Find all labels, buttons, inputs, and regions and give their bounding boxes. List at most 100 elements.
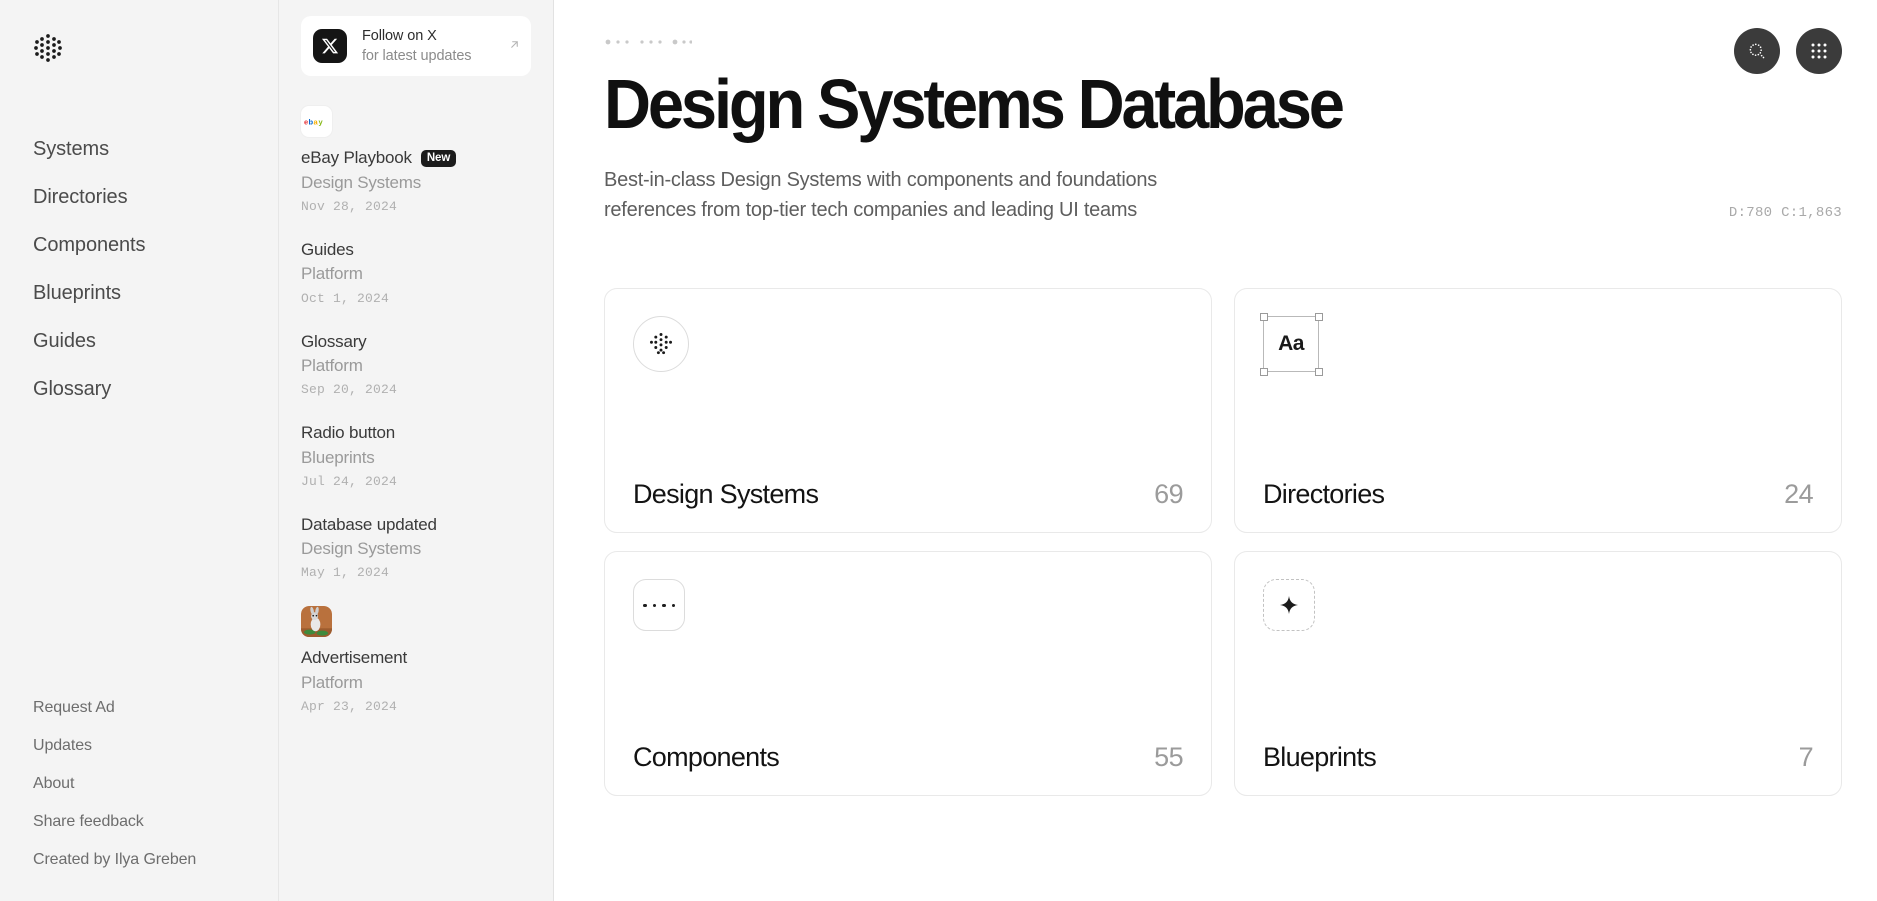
list-item-title: eBay Playbook bbox=[301, 148, 412, 168]
list-item[interactable]: e b a y eBay Playbook New Design Systems… bbox=[301, 106, 531, 214]
card-title: Directories bbox=[1263, 481, 1384, 508]
primary-navigation: Systems Directories Components Blueprint… bbox=[0, 125, 278, 413]
four-dots-glyph-icon bbox=[643, 604, 675, 608]
ebay-wordmark-icon: e b a y bbox=[304, 116, 330, 128]
text-selection-aa-icon: Aa bbox=[1263, 316, 1319, 372]
card-design-systems[interactable]: Design Systems 69 bbox=[604, 288, 1212, 533]
list-item-title: Database updated bbox=[301, 515, 437, 535]
page-title: Design Systems Database bbox=[604, 69, 1788, 140]
follow-on-x-card[interactable]: Follow on X for latest updates bbox=[301, 16, 531, 76]
apps-grid-button[interactable] bbox=[1796, 28, 1842, 74]
main-content: Design Systems Database Best-in-class De… bbox=[554, 0, 1877, 901]
list-item-category: Platform bbox=[301, 355, 531, 376]
list-item-title: Guides bbox=[301, 240, 354, 260]
top-action-buttons bbox=[1734, 28, 1842, 74]
app-logo[interactable] bbox=[0, 0, 278, 63]
footer-link-updates[interactable]: Updates bbox=[33, 727, 196, 765]
sidebar-item-glossary[interactable]: Glossary bbox=[33, 365, 278, 413]
card-count: 7 bbox=[1799, 744, 1813, 771]
card-count: 55 bbox=[1154, 744, 1183, 771]
list-item[interactable]: Radio button Blueprints Jul 24, 2024 bbox=[301, 423, 531, 489]
list-item-header: eBay Playbook New bbox=[301, 148, 531, 168]
card-blueprints[interactable]: Blueprints 7 bbox=[1234, 551, 1842, 796]
selection-handle-bottom-right bbox=[1315, 368, 1323, 376]
sparkle-dashed-square-icon bbox=[1263, 579, 1315, 631]
sidebar-item-components[interactable]: Components bbox=[33, 221, 278, 269]
list-item-header: Radio button bbox=[301, 423, 531, 443]
list-item-date: Apr 23, 2024 bbox=[301, 699, 531, 714]
rabbit-avatar-icon bbox=[301, 606, 332, 637]
arrow-up-right-glyph-icon bbox=[509, 39, 520, 50]
footer-link-about[interactable]: About bbox=[33, 765, 196, 803]
x-glyph-icon bbox=[321, 37, 339, 55]
list-item-date: Nov 28, 2024 bbox=[301, 199, 531, 214]
list-item[interactable]: Advertisement Platform Apr 23, 2024 bbox=[301, 606, 531, 714]
sidebar-item-directories[interactable]: Directories bbox=[33, 173, 278, 221]
footer-link-share-feedback[interactable]: Share feedback bbox=[33, 803, 196, 841]
list-item-category: Platform bbox=[301, 672, 531, 693]
status-badge: New bbox=[421, 150, 456, 167]
updates-list: e b a y eBay Playbook New Design Systems… bbox=[301, 106, 531, 740]
list-item-header: Database updated bbox=[301, 515, 531, 535]
card-title: Components bbox=[633, 744, 779, 771]
category-cards-grid: Design Systems 69 Aa Directories 24 bbox=[554, 288, 1877, 796]
sparkle-glyph-icon bbox=[1279, 595, 1299, 615]
card-footer: Blueprints 7 bbox=[1263, 744, 1813, 771]
dot-cluster-logo-icon bbox=[33, 33, 63, 63]
list-item-header: Advertisement bbox=[301, 648, 531, 668]
card-footer: Design Systems 69 bbox=[633, 481, 1183, 508]
card-count: 24 bbox=[1784, 481, 1813, 508]
selection-handle-top-right bbox=[1315, 313, 1323, 321]
follow-card-line2: for latest updates bbox=[362, 47, 471, 65]
sidebar-item-systems[interactable]: Systems bbox=[33, 125, 278, 173]
list-item-title: Glossary bbox=[301, 332, 366, 352]
footer-link-creator[interactable]: Created by Ilya Greben bbox=[33, 841, 196, 879]
card-footer: Directories 24 bbox=[1263, 481, 1813, 508]
svg-text:a: a bbox=[313, 117, 318, 126]
selection-handle-bottom-left bbox=[1260, 368, 1268, 376]
grid-dots-icon bbox=[1810, 42, 1828, 60]
list-item[interactable]: Guides Platform Oct 1, 2024 bbox=[301, 240, 531, 306]
follow-card-text: Follow on X for latest updates bbox=[362, 27, 471, 65]
sidebar-footer: Request Ad Updates About Share feedback … bbox=[0, 689, 196, 901]
svg-text:y: y bbox=[318, 117, 323, 126]
list-item-header: Glossary bbox=[301, 332, 531, 352]
page-header: Design Systems Database Best-in-class De… bbox=[554, 0, 1877, 225]
app-root: Systems Directories Components Blueprint… bbox=[0, 0, 1877, 901]
list-item-category: Blueprints bbox=[301, 447, 531, 468]
list-item-category: Design Systems bbox=[301, 172, 531, 193]
selection-handle-top-left bbox=[1260, 313, 1268, 321]
list-item[interactable]: Glossary Platform Sep 20, 2024 bbox=[301, 332, 531, 398]
ebay-logo-icon: e b a y bbox=[301, 106, 332, 137]
follow-card-line1: Follow on X bbox=[362, 27, 471, 45]
dotted-search-icon bbox=[1747, 41, 1767, 61]
card-directories[interactable]: Aa Directories 24 bbox=[1234, 288, 1842, 533]
dot-cluster-glyph-icon bbox=[648, 331, 674, 357]
external-link-icon bbox=[509, 37, 520, 55]
four-dots-square-icon bbox=[633, 579, 685, 631]
card-title: Blueprints bbox=[1263, 744, 1376, 771]
footer-link-request-ad[interactable]: Request Ad bbox=[33, 689, 196, 727]
x-logo-icon bbox=[313, 29, 347, 63]
search-button[interactable] bbox=[1734, 28, 1780, 74]
page-subtitle: Best-in-class Design Systems with compon… bbox=[604, 165, 1224, 225]
list-item-date: Jul 24, 2024 bbox=[301, 474, 531, 489]
list-item[interactable]: Database updated Design Systems May 1, 2… bbox=[301, 515, 531, 581]
card-components[interactable]: Components 55 bbox=[604, 551, 1212, 796]
updates-panel: Follow on X for latest updates e b a y bbox=[278, 0, 554, 901]
list-item-date: May 1, 2024 bbox=[301, 565, 531, 580]
dot-pattern-decoration-icon bbox=[604, 38, 692, 46]
sidebar-item-blueprints[interactable]: Blueprints bbox=[33, 269, 278, 317]
list-item-category: Platform bbox=[301, 263, 531, 284]
card-count: 69 bbox=[1154, 481, 1183, 508]
list-item-title: Advertisement bbox=[301, 648, 407, 668]
svg-text:b: b bbox=[308, 117, 313, 126]
sidebar-item-guides[interactable]: Guides bbox=[33, 317, 278, 365]
dot-cluster-circle-icon bbox=[633, 316, 689, 372]
rabbit-illustration-icon bbox=[301, 606, 332, 637]
card-title: Design Systems bbox=[633, 481, 818, 508]
card-footer: Components 55 bbox=[633, 744, 1183, 771]
list-item-date: Oct 1, 2024 bbox=[301, 291, 531, 306]
list-item-header: Guides bbox=[301, 240, 531, 260]
svg-text:e: e bbox=[304, 117, 308, 126]
